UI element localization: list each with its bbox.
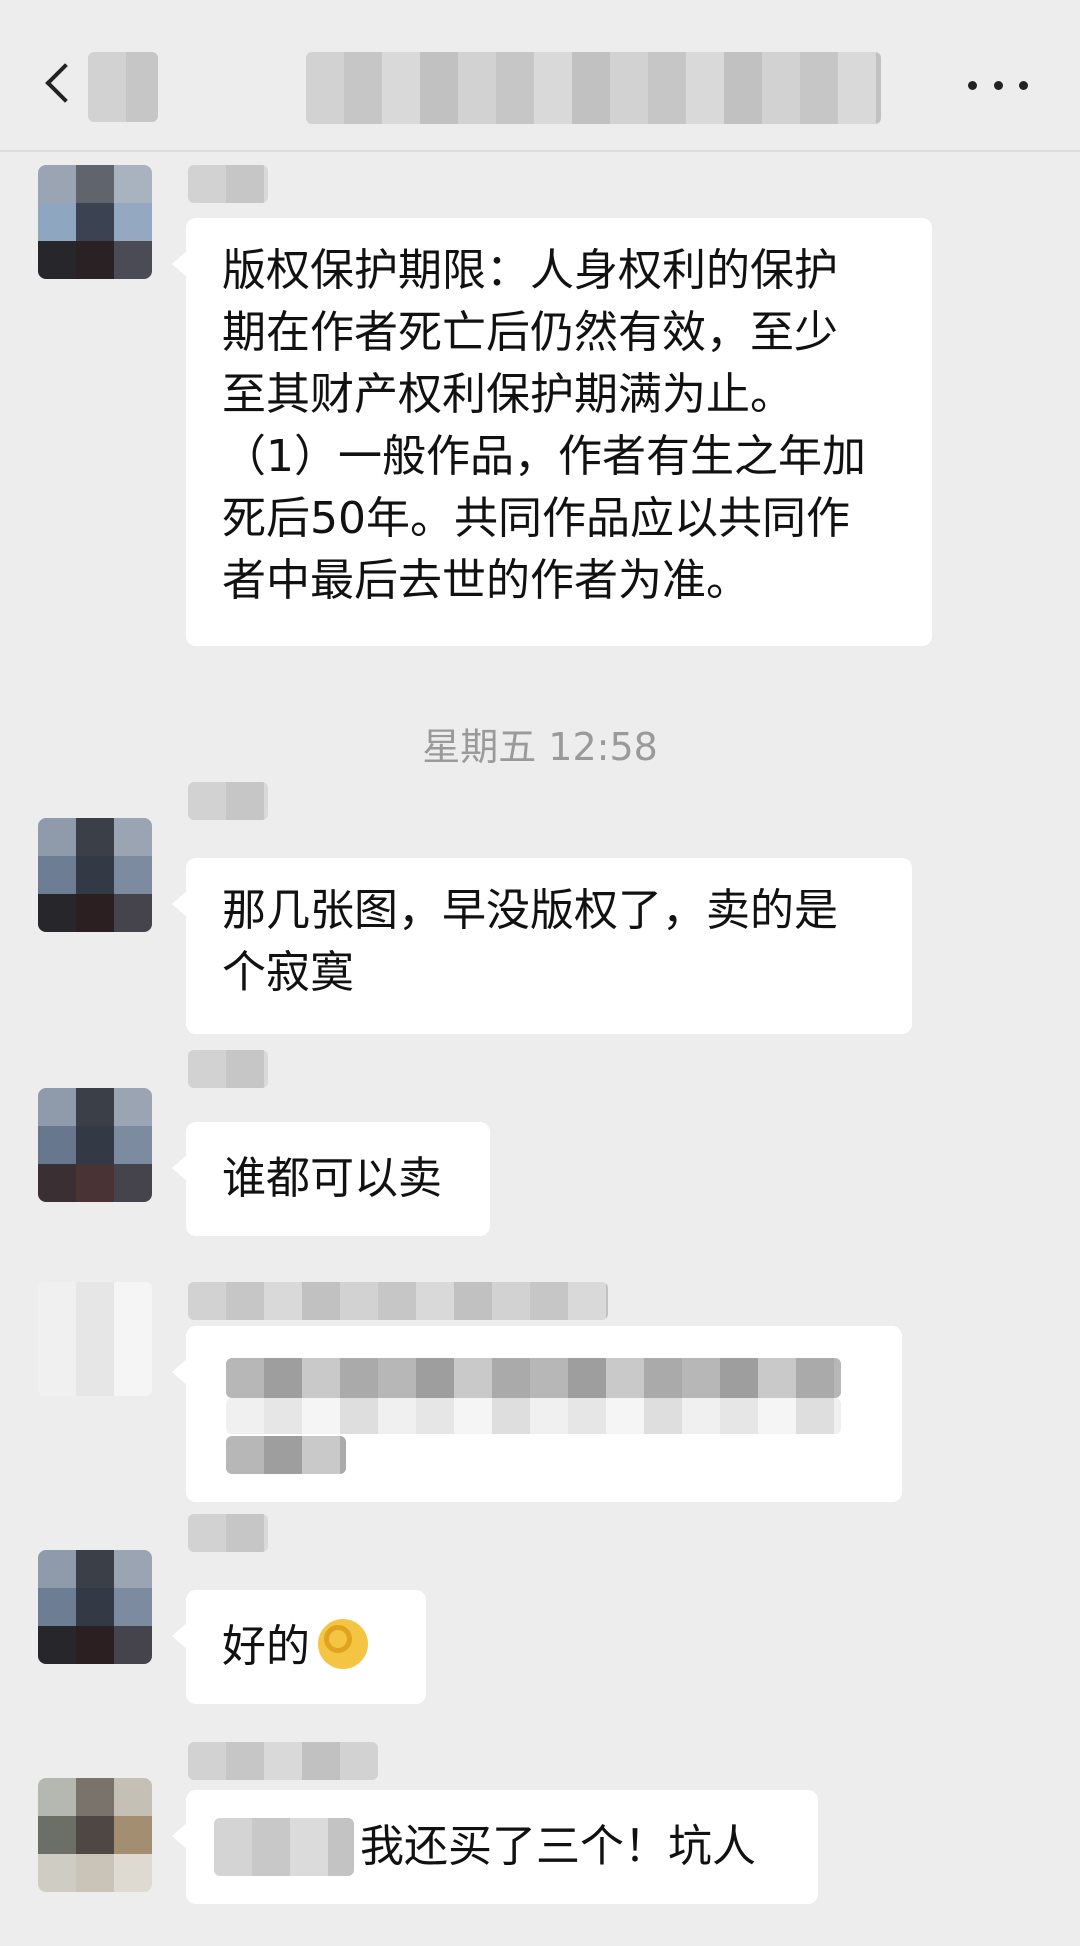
chevron-left-icon — [45, 62, 85, 103]
message-text-line: 者中最后去世的作者为准。 — [222, 555, 750, 606]
redacted-message-bubble[interactable] — [172, 1326, 902, 1502]
message-bubble[interactable]: 版权保护期限：人身权利的保护 期在作者死亡后仍然有效，至少 至其财产权利保护期满… — [172, 218, 932, 646]
redacted-mention — [214, 1818, 354, 1876]
message-bubble[interactable]: 我还买了三个！坑人 — [172, 1790, 818, 1904]
redacted-chat-title — [306, 52, 881, 124]
redacted-sender-name — [188, 1742, 378, 1780]
sender-avatar[interactable] — [38, 165, 152, 279]
message-text-line: 期在作者死亡后仍然有效，至少 — [222, 307, 838, 358]
redacted-sender-name — [188, 1514, 268, 1552]
redacted-avatar — [38, 1282, 152, 1396]
message-bubble[interactable]: 好的 — [172, 1590, 426, 1704]
chat-header — [0, 0, 1080, 152]
message-text: 好的 — [222, 1621, 310, 1672]
message-text-line: 个寂寞 — [222, 947, 354, 998]
message-text-line: 至其财产权利保护期满为止。 — [222, 369, 794, 420]
message-timestamp: 星期五 12:58 — [422, 725, 658, 769]
ellipsis-dot — [1019, 80, 1028, 90]
sender-avatar[interactable] — [38, 818, 152, 932]
sender-avatar[interactable] — [38, 1778, 152, 1892]
redacted-sender-name — [188, 1282, 608, 1320]
message-text-line: （1）一般作品，作者有生之年加 — [222, 431, 866, 482]
ellipsis-dot — [968, 80, 977, 90]
redacted-sender-name — [188, 165, 268, 203]
redacted-sender-name — [188, 1050, 268, 1088]
ellipsis-dot — [993, 80, 1003, 90]
redacted-contact-name — [88, 52, 158, 122]
redacted-message-text — [226, 1436, 346, 1474]
redacted-sender-name — [188, 782, 268, 820]
redacted-message-text — [226, 1398, 841, 1434]
message-text-line: 谁都可以卖 — [222, 1153, 442, 1204]
message-text-line: 那几张图，早没版权了，卖的是 — [222, 885, 838, 936]
message-bubble[interactable]: 谁都可以卖 — [172, 1122, 490, 1236]
message-text: 我还买了三个！坑人 — [360, 1821, 756, 1872]
ok-hand-emoji-icon — [318, 1619, 368, 1669]
redacted-message-text — [226, 1358, 841, 1398]
more-options-button[interactable] — [968, 70, 1028, 100]
back-button[interactable] — [40, 55, 85, 110]
sender-avatar[interactable] — [38, 1088, 152, 1202]
message-text-line: 版权保护期限：人身权利的保护 — [222, 245, 838, 296]
message-text-line: 死后50年。共同作品应以共同作 — [222, 493, 850, 544]
message-bubble[interactable]: 那几张图，早没版权了，卖的是 个寂寞 — [172, 858, 912, 1034]
sender-avatar[interactable] — [38, 1550, 152, 1664]
